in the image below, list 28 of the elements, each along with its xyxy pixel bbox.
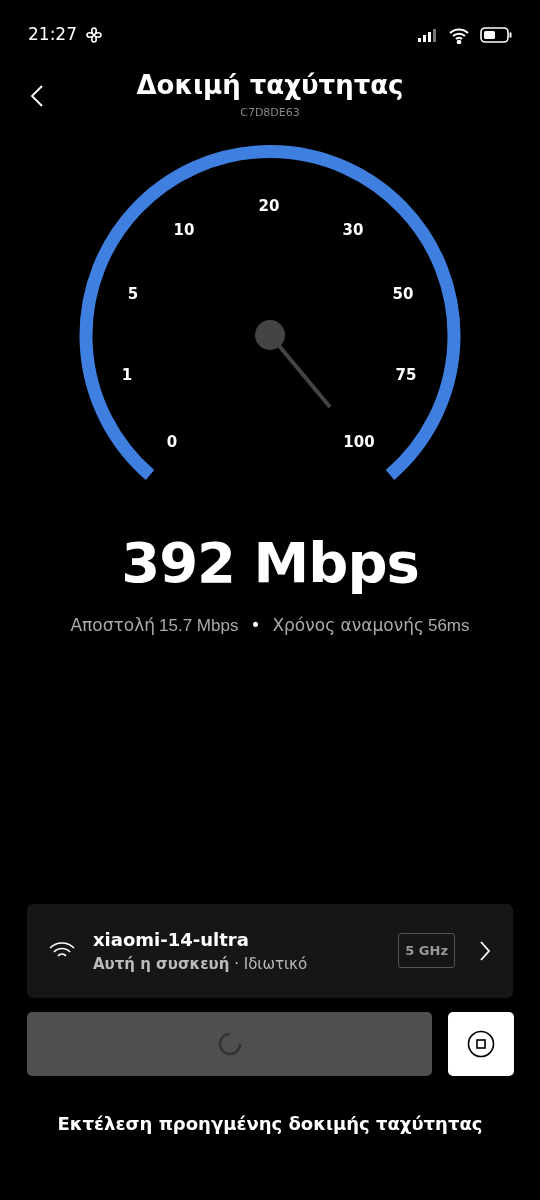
network-card[interactable]: xiaomi-14-ultra Αυτή η συσκευή · Ιδιωτικό 5 GHz — [27, 903, 513, 998]
fan-icon — [85, 26, 103, 44]
gauge-label: 50 — [392, 285, 414, 303]
gauge-label: 75 — [395, 366, 417, 384]
stop-icon — [467, 1029, 495, 1058]
gauge-label: 0 — [166, 433, 178, 451]
upload-label: Αποστολή — [70, 614, 155, 637]
gauge-label: 5 — [127, 285, 139, 303]
battery-icon — [480, 27, 512, 43]
stop-button[interactable] — [448, 1011, 514, 1076]
advanced-test-link[interactable]: Εκτέλεση προηγμένης δοκιμής ταχύτητας — [57, 1109, 483, 1137]
gauge-label: 30 — [342, 221, 364, 239]
chevron-right-icon — [479, 939, 491, 962]
upload-value: 15.7 Mbps — [159, 615, 239, 637]
back-icon[interactable] — [30, 84, 44, 108]
device-id: C7D8DE63 — [240, 105, 300, 122]
separator-dot: • — [250, 614, 261, 637]
page-title: Δοκιμή ταχύτητας — [136, 70, 404, 102]
latency-label: Χρόνος αναμονής — [272, 614, 424, 637]
band-tag: 5 GHz — [398, 932, 455, 969]
gauge-label: 100 — [343, 433, 375, 451]
clock-time: 21:27 — [28, 23, 77, 47]
latency-value: 56ms — [427, 615, 470, 637]
gauge-label: 10 — [173, 221, 195, 239]
gauge-label: 20 — [258, 197, 280, 215]
network-detail: Αυτή η συσκευή · Ιδιωτικό — [93, 953, 309, 975]
gauge-label: 1 — [121, 366, 133, 384]
network-name: xiaomi-14-ultra — [93, 927, 250, 952]
